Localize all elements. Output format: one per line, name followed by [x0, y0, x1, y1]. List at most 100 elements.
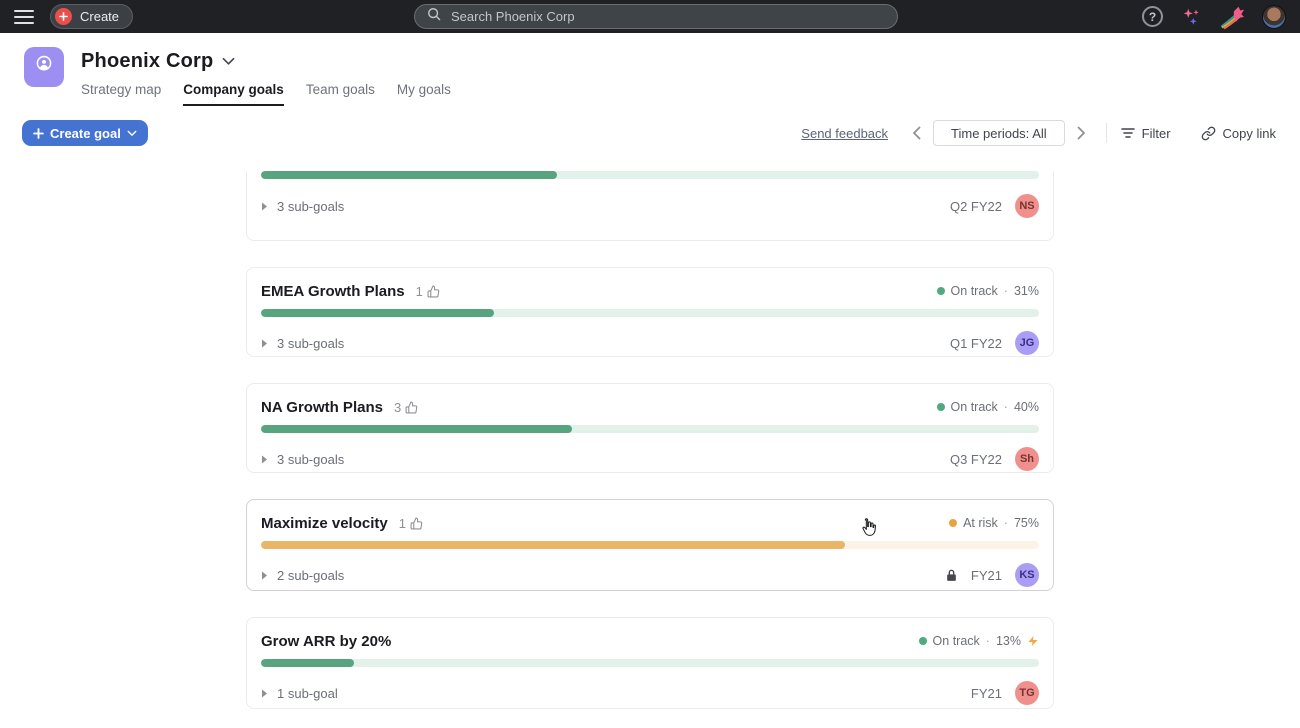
progress-percent: 31% [1014, 284, 1039, 298]
dot-separator: · [986, 634, 990, 648]
progress-percent: 13% [996, 634, 1021, 648]
toolbar-divider [1106, 123, 1107, 143]
filter-button[interactable]: Filter [1121, 126, 1171, 141]
status-dot [937, 287, 945, 295]
status-badge: On track · 40% [937, 400, 1039, 414]
subgoals-toggle[interactable]: 3 sub-goals [277, 336, 344, 351]
next-period-button[interactable] [1069, 122, 1094, 144]
subgoals-toggle[interactable]: 3 sub-goals [277, 199, 344, 214]
filter-label: Filter [1142, 126, 1171, 141]
goal-card[interactable]: Grow ARR by 20% On track · 13% 1 sub-goa… [246, 617, 1054, 709]
likes-button[interactable]: 3 [394, 400, 418, 415]
owner-avatar[interactable]: TG [1015, 681, 1039, 705]
search-icon [427, 7, 441, 26]
goal-title: Grow ARR by 20% [261, 633, 391, 650]
goal-title: Maximize velocity [261, 515, 388, 532]
send-feedback-link[interactable]: Send feedback [801, 126, 888, 141]
progress-track [261, 659, 1039, 667]
chevron-down-icon [127, 130, 137, 137]
expand-caret-icon[interactable] [261, 571, 268, 580]
owner-avatar[interactable]: NS [1015, 194, 1039, 218]
status-label: At risk [963, 516, 998, 530]
expand-caret-icon[interactable] [261, 689, 268, 698]
status-badge: On track · 13% [919, 634, 1039, 648]
time-period-label: Q2 FY22 [950, 199, 1002, 214]
time-period-label: FY21 [971, 686, 1002, 701]
tab-team-goals[interactable]: Team goals [306, 82, 375, 106]
create-button[interactable]: Create [50, 4, 133, 29]
subgoals-toggle[interactable]: 1 sub-goal [277, 686, 338, 701]
copy-link-label: Copy link [1223, 126, 1276, 141]
sparkles-icon[interactable] [1180, 6, 1202, 28]
help-icon: ? [1149, 10, 1156, 24]
progress-fill [261, 171, 557, 179]
link-icon [1201, 126, 1216, 141]
workspace-header-text: Phoenix Corp Strategy map Company goals … [81, 47, 451, 106]
owner-avatar[interactable]: KS [1015, 563, 1039, 587]
page-title: Phoenix Corp [81, 50, 213, 73]
menu-icon[interactable] [14, 10, 34, 24]
top-navigation-bar: Create ? [0, 0, 1300, 33]
plus-icon [55, 8, 72, 25]
time-periods-selector[interactable]: Time periods: All [933, 120, 1065, 146]
progress-track [261, 309, 1039, 317]
workspace-avatar [24, 47, 64, 87]
progress-track [261, 171, 1039, 179]
goal-card[interactable]: NA Growth Plans 3 On track · 40% 3 sub-g… [246, 383, 1054, 473]
likes-count: 3 [394, 400, 401, 415]
time-period-label: Q3 FY22 [950, 452, 1002, 467]
filter-icon [1121, 127, 1135, 139]
chevron-left-icon [912, 126, 921, 140]
owner-avatar[interactable]: Sh [1015, 447, 1039, 471]
tab-my-goals[interactable]: My goals [397, 82, 451, 106]
dot-separator: · [1004, 400, 1008, 414]
status-label: On track [951, 400, 998, 414]
goal-title: EMEA Growth Plans [261, 283, 405, 300]
chevron-right-icon [1077, 126, 1086, 140]
thumbs-up-icon [405, 401, 418, 414]
user-avatar[interactable] [1262, 5, 1286, 29]
progress-fill [261, 425, 572, 433]
phoenix-logo-icon[interactable] [1219, 4, 1245, 30]
toolbar-right-group: Send feedback Time periods: All Filter C… [801, 120, 1276, 146]
status-badge: On track · 31% [937, 284, 1039, 298]
bolt-icon [1027, 634, 1039, 648]
expand-caret-icon[interactable] [261, 455, 268, 464]
progress-track [261, 425, 1039, 433]
time-periods-label: Time periods: All [951, 126, 1047, 141]
expand-caret-icon[interactable] [261, 202, 268, 211]
owner-avatar[interactable]: JG [1015, 331, 1039, 355]
chevron-down-icon[interactable] [222, 57, 235, 66]
search-input[interactable] [449, 8, 885, 25]
global-search[interactable] [414, 4, 898, 29]
progress-percent: 75% [1014, 516, 1039, 530]
copy-link-button[interactable]: Copy link [1201, 126, 1276, 141]
tab-company-goals[interactable]: Company goals [183, 82, 284, 106]
subgoals-toggle[interactable]: 2 sub-goals [277, 568, 344, 583]
topbar-right-group: ? [1142, 4, 1286, 30]
create-goal-label: Create goal [50, 126, 121, 141]
help-button[interactable]: ? [1142, 6, 1163, 27]
status-label: On track [951, 284, 998, 298]
likes-button[interactable]: 1 [416, 284, 440, 299]
time-period-label: FY21 [971, 568, 1002, 583]
create-goal-button[interactable]: Create goal [22, 120, 148, 146]
dot-separator: · [1004, 284, 1008, 298]
tab-strategy-map[interactable]: Strategy map [81, 82, 161, 106]
status-dot [919, 637, 927, 645]
subgoals-toggle[interactable]: 3 sub-goals [277, 452, 344, 467]
status-badge: At risk · 75% [949, 516, 1039, 530]
goal-card[interactable]: EMEA Growth Plans 1 On track · 31% 3 sub… [246, 267, 1054, 357]
goal-card-clipped[interactable]: 3 sub-goals Q2 FY22 NS [246, 171, 1054, 241]
thumbs-up-icon [427, 285, 440, 298]
dot-separator: · [1004, 516, 1008, 530]
likes-button[interactable]: 1 [399, 516, 423, 531]
plus-icon [33, 128, 44, 139]
goal-card-hovered[interactable]: Maximize velocity 1 At risk · 75% 2 sub-… [246, 499, 1054, 591]
progress-percent: 40% [1014, 400, 1039, 414]
previous-period-button[interactable] [904, 122, 929, 144]
status-label: On track [933, 634, 980, 648]
lock-icon [945, 568, 958, 583]
expand-caret-icon[interactable] [261, 339, 268, 348]
workspace-header: Phoenix Corp Strategy map Company goals … [24, 47, 451, 106]
